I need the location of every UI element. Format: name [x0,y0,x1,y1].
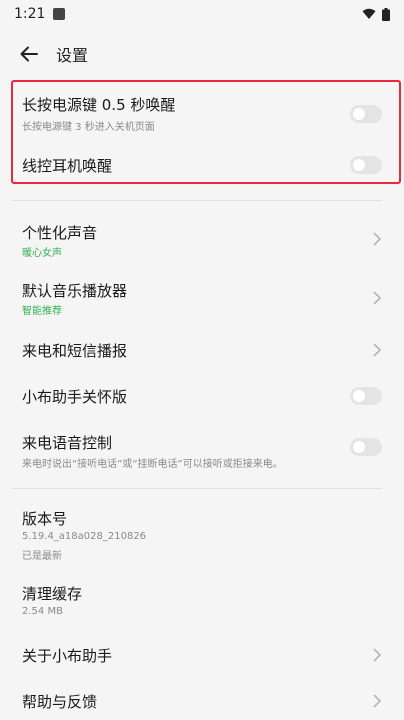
chevron-right-icon [373,343,382,357]
app-header: 设置 [0,36,404,72]
setting-title: 默认音乐播放器 [22,282,128,300]
chevron-right-icon [373,291,382,305]
chevron-right-icon [373,648,382,662]
setting-call-voice-control[interactable]: 来电语音控制 来电时说出“接听电话”或“挂断电话”可以接听或拒接来电。 [12,426,392,476]
cache-size: 2.54 MB [22,606,63,617]
setting-clear-cache[interactable]: 清理缓存 2.54 MB [12,578,392,622]
setting-subtitle: 智能推荐 [22,306,62,317]
setting-title: 来电和短信播报 [22,342,128,360]
notification-icon [53,8,66,20]
setting-subtitle: 来电时说出“接听电话”或“挂断电话”可以接听或拒接来电。 [22,459,283,470]
chevron-right-icon [373,694,382,708]
setting-title: 关于小布助手 [22,647,113,665]
back-arrow-icon[interactable] [18,43,40,65]
info-group: 版本号 5.19.4_a18a028_210826 已是最新 清理缓存 2.54… [12,500,392,720]
section-divider [12,488,382,489]
setting-title: 清理缓存 [22,585,83,603]
setting-title: 帮助与反馈 [22,693,98,711]
page-title: 设置 [56,46,89,65]
setting-about[interactable]: 关于小布助手 [12,640,392,670]
setting-subtitle: 暖心女声 [22,248,62,259]
status-bar: 1:21 [0,0,404,28]
wifi-icon [362,8,376,19]
setting-title: 来电语音控制 [22,434,113,452]
status-time: 1:21 [14,6,46,22]
setting-help-feedback[interactable]: 帮助与反馈 [12,686,392,716]
voice-settings-group: 个性化声音 暖心女声 默认音乐播放器 智能推荐 来电和短信播报 小布助手关怀版 … [12,212,392,482]
setting-call-sms-broadcast[interactable]: 来电和短信播报 [12,334,392,364]
call-voice-control-toggle[interactable] [350,438,382,456]
setting-title: 版本号 [22,510,68,528]
setting-care-mode[interactable]: 小布助手关怀版 [12,380,392,410]
battery-icon [382,7,390,21]
setting-default-music-player[interactable]: 默认音乐播放器 智能推荐 [12,274,392,326]
version-status: 已是最新 [22,551,62,562]
setting-title: 小布助手关怀版 [22,388,128,406]
version-value: 5.19.4_a18a028_210826 [22,531,147,542]
setting-title: 个性化声音 [22,224,98,242]
section-divider [12,200,382,201]
chevron-right-icon [373,232,382,246]
setting-version: 版本号 5.19.4_a18a028_210826 已是最新 [12,500,392,564]
highlight-annotation-box [11,80,401,184]
status-icons [362,7,390,21]
care-mode-toggle[interactable] [350,387,382,405]
setting-personalized-voice[interactable]: 个性化声音 暖心女声 [12,212,392,264]
